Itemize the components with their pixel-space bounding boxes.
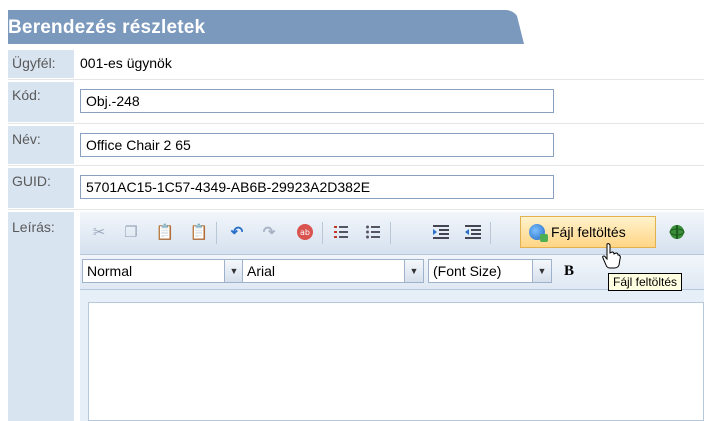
redo-icon[interactable]: ↷ [258, 221, 280, 243]
chevron-down-icon[interactable]: ▼ [404, 260, 423, 282]
bold-button[interactable]: B [564, 263, 574, 280]
file-upload-label: Fájl feltöltés [551, 224, 626, 240]
guid-label: GUID: [12, 173, 51, 189]
kod-field[interactable] [80, 89, 554, 113]
row-divider [8, 79, 704, 80]
guid-label-cell: GUID: [8, 168, 74, 208]
toolbar-separator [322, 222, 323, 244]
ordered-list-icon[interactable] [330, 221, 352, 243]
nev-field[interactable] [80, 133, 554, 157]
globe-upload-icon [529, 224, 548, 242]
hand-cursor-icon [602, 243, 621, 269]
nev-label: Név: [12, 131, 41, 147]
guid-field[interactable] [80, 175, 554, 199]
kod-label: Kód: [12, 87, 41, 103]
unordered-list-icon[interactable] [362, 221, 384, 243]
file-upload-button[interactable]: Fájl feltöltés [520, 216, 656, 248]
ugyfel-value: 001-es ügynök [80, 55, 172, 71]
paragraph-style-value: Normal [87, 263, 133, 279]
toolbar-separator [216, 222, 217, 244]
paragraph-style-select[interactable]: Normal ▼ [82, 259, 244, 283]
paste-icon[interactable]: 📋 [154, 221, 176, 243]
row-divider [8, 123, 704, 124]
leiras-label: Leírás: [12, 219, 55, 235]
paste-word-icon[interactable]: 📋 [188, 221, 210, 243]
indent-icon[interactable] [430, 221, 452, 243]
kod-label-cell: Kód: [8, 82, 74, 122]
editor-content-area[interactable] [88, 302, 704, 421]
panel-header: Berendezés részletek [0, 0, 704, 44]
chevron-down-icon[interactable]: ▼ [532, 260, 551, 282]
font-name-value: Arial [247, 263, 276, 279]
svg-text:ab: ab [300, 228, 310, 237]
page-title: Berendezés részletek [8, 17, 206, 38]
ugyfel-label: Ügyfél: [12, 55, 56, 71]
font-size-select[interactable]: (Font Size) ▼ [428, 259, 552, 283]
font-name-select[interactable]: Arial ▼ [242, 259, 424, 283]
undo-icon[interactable]: ↶ [226, 221, 248, 243]
copy-icon[interactable]: ❐ [120, 221, 142, 243]
spellcheck-icon[interactable]: ab [294, 221, 316, 243]
cut-icon[interactable]: ✂ [88, 221, 110, 243]
font-size-value: (Font Size) [433, 263, 502, 279]
row-divider [8, 209, 704, 210]
ugyfel-label-cell: Ügyfél: [8, 50, 74, 78]
chevron-down-icon[interactable]: ▼ [224, 260, 243, 282]
nev-label-cell: Név: [8, 126, 74, 164]
insert-link-icon[interactable] [666, 221, 688, 243]
toolbar-separator [490, 222, 491, 244]
tooltip: Fájl feltöltés [608, 273, 683, 291]
outdent-icon[interactable] [462, 221, 484, 243]
toolbar-separator [390, 222, 391, 244]
leiras-label-cell [8, 212, 74, 421]
row-divider [8, 165, 704, 166]
